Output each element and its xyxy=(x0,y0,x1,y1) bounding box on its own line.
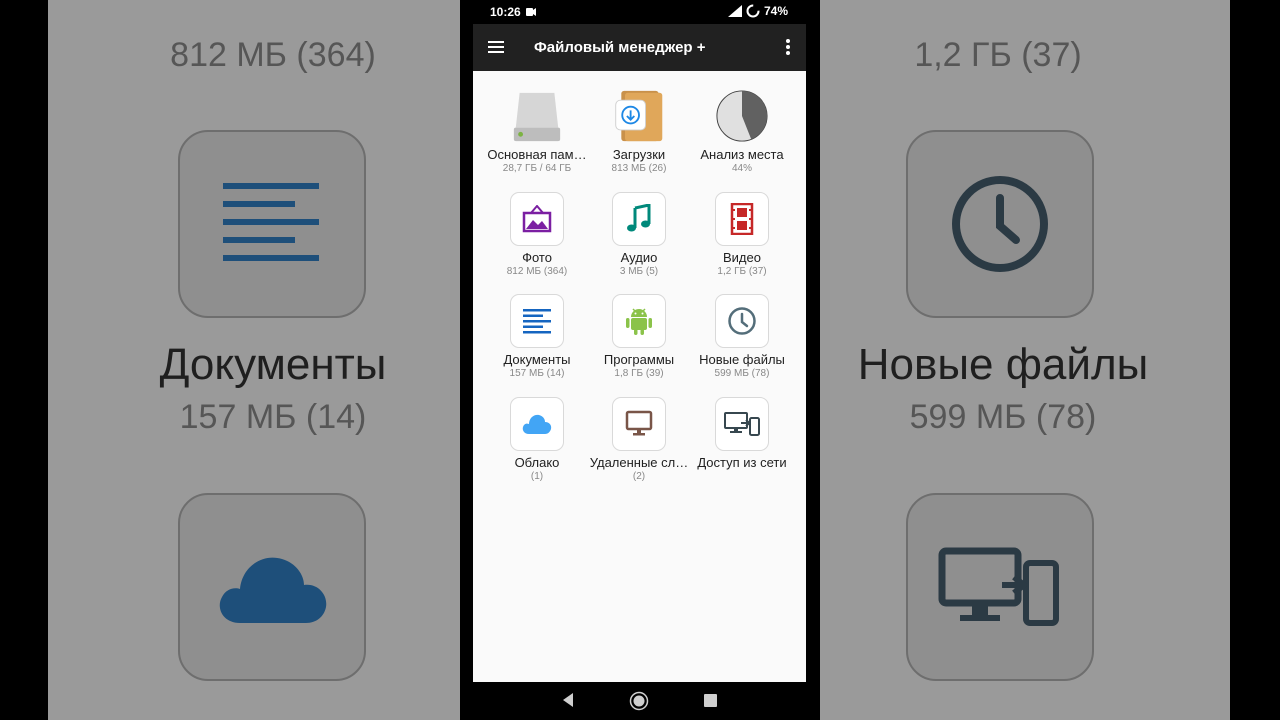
music-note-icon xyxy=(627,204,651,232)
grid-item-new-files[interactable]: Новые файлы 599 МБ (78) xyxy=(690,294,794,379)
grid-item-sub: 28,7 ГБ / 64 ГБ xyxy=(502,163,572,174)
recents-icon[interactable] xyxy=(704,694,717,707)
grid-item-sub: 599 МБ (78) xyxy=(714,368,770,379)
app-bar: Файловый менеджер + xyxy=(473,24,806,71)
bg-documents-tile xyxy=(178,130,366,318)
grid-item-cloud[interactable]: Облако (1) xyxy=(485,397,589,482)
grid-item-label: Программы xyxy=(603,352,675,367)
grid-item-label: Документы xyxy=(503,352,571,367)
grid-item-sub: 1,2 ГБ (37) xyxy=(717,266,767,277)
bg-new-files-tile xyxy=(906,130,1094,318)
grid-item-label: Доступ из сети xyxy=(697,455,787,470)
bg-left-top-sub: 812 МБ (364) xyxy=(170,36,376,74)
grid-item-sub: 157 МБ (14) xyxy=(509,368,565,379)
status-bar: 10:26 74% xyxy=(460,0,820,24)
grid-item-network-access[interactable]: Доступ из сети xyxy=(690,397,794,471)
screen-record-icon xyxy=(526,8,536,16)
bg-right-mid-title: Новые файлы xyxy=(857,340,1149,389)
grid-item-sub: 813 МБ (26) xyxy=(611,163,667,174)
grid-item-sub: (2) xyxy=(632,471,646,482)
home-icon[interactable] xyxy=(629,691,649,711)
cloud-icon xyxy=(522,414,552,434)
status-time: 10:26 xyxy=(490,5,521,19)
battery-percent: 74% xyxy=(763,4,788,18)
bg-right-top-sub: 1,2 ГБ (37) xyxy=(914,36,1082,74)
grid-item-photo[interactable]: Фото 812 МБ (364) xyxy=(485,192,589,277)
phone-screen: 10:26 74% Файловый менеджер + Основная п… xyxy=(460,0,820,720)
grid-item-label: Анализ места xyxy=(700,147,784,162)
grid-item-label: Облако xyxy=(514,455,560,470)
clock-icon xyxy=(728,307,756,335)
grid-item-video[interactable]: Видео 1,2 ГБ (37) xyxy=(690,192,794,277)
signal-icon xyxy=(727,5,742,17)
monitor-icon xyxy=(625,410,653,436)
grid-item-sub: 1,8 ГБ (39) xyxy=(614,368,664,379)
film-icon xyxy=(730,203,754,235)
document-icon xyxy=(523,309,551,334)
photo-icon xyxy=(522,205,552,233)
grid-item-label: Удаленные сл… xyxy=(589,455,689,470)
bg-left-mid-sub: 157 МБ (14) xyxy=(179,398,367,436)
download-folder-icon xyxy=(615,90,663,142)
grid-item-sub: 3 МБ (5) xyxy=(619,266,659,277)
grid-item-label: Видео xyxy=(723,250,761,265)
grid-item-remote-services[interactable]: Удаленные сл… (2) xyxy=(587,397,691,482)
more-options-icon[interactable] xyxy=(780,37,796,57)
bg-right-mid-sub: 599 МБ (78) xyxy=(909,398,1097,436)
grid-item-sub: 812 МБ (364) xyxy=(506,266,568,277)
grid-item-downloads[interactable]: Загрузки 813 МБ (26) xyxy=(587,89,691,174)
back-icon[interactable] xyxy=(561,692,575,708)
bg-left-mid-title: Документы xyxy=(159,340,387,389)
battery-saver-icon xyxy=(746,4,760,18)
grid-item-sub: (1) xyxy=(530,471,544,482)
bg-document-icon xyxy=(223,183,319,261)
grid-item-sub: 44% xyxy=(731,163,752,174)
devices-icon xyxy=(724,412,760,436)
bg-clock-icon xyxy=(952,176,1048,272)
grid-item-label: Загрузки xyxy=(612,147,666,162)
system-nav-bar xyxy=(460,682,820,720)
grid-item-label: Новые файлы xyxy=(699,352,785,367)
grid-item-apps[interactable]: Программы 1,8 ГБ (39) xyxy=(587,294,691,379)
bg-cloud-icon xyxy=(219,557,327,623)
grid-item-label: Основная пам… xyxy=(487,147,587,162)
grid-item-space-analysis[interactable]: Анализ места 44% xyxy=(690,89,794,174)
bg-devices-tile xyxy=(906,493,1094,681)
android-icon xyxy=(626,308,652,335)
hamburger-menu-icon[interactable] xyxy=(487,38,505,56)
grid-item-main-storage[interactable]: Основная пам… 28,7 ГБ / 64 ГБ xyxy=(485,89,589,174)
grid-item-label: Фото xyxy=(522,250,552,265)
hard-drive-icon xyxy=(513,92,561,142)
pie-chart-icon xyxy=(716,90,768,142)
grid-item-audio[interactable]: Аудио 3 МБ (5) xyxy=(587,192,691,277)
app-title: Файловый менеджер + xyxy=(534,39,706,56)
grid-item-label: Аудио xyxy=(620,250,658,265)
status-right: 74% xyxy=(727,4,788,18)
bg-devices-icon xyxy=(938,547,1059,626)
category-grid: Основная пам… 28,7 ГБ / 64 ГБ Загрузки 8… xyxy=(473,71,806,682)
bg-cloud-tile xyxy=(178,493,366,681)
grid-item-documents[interactable]: Документы 157 МБ (14) xyxy=(485,294,589,379)
